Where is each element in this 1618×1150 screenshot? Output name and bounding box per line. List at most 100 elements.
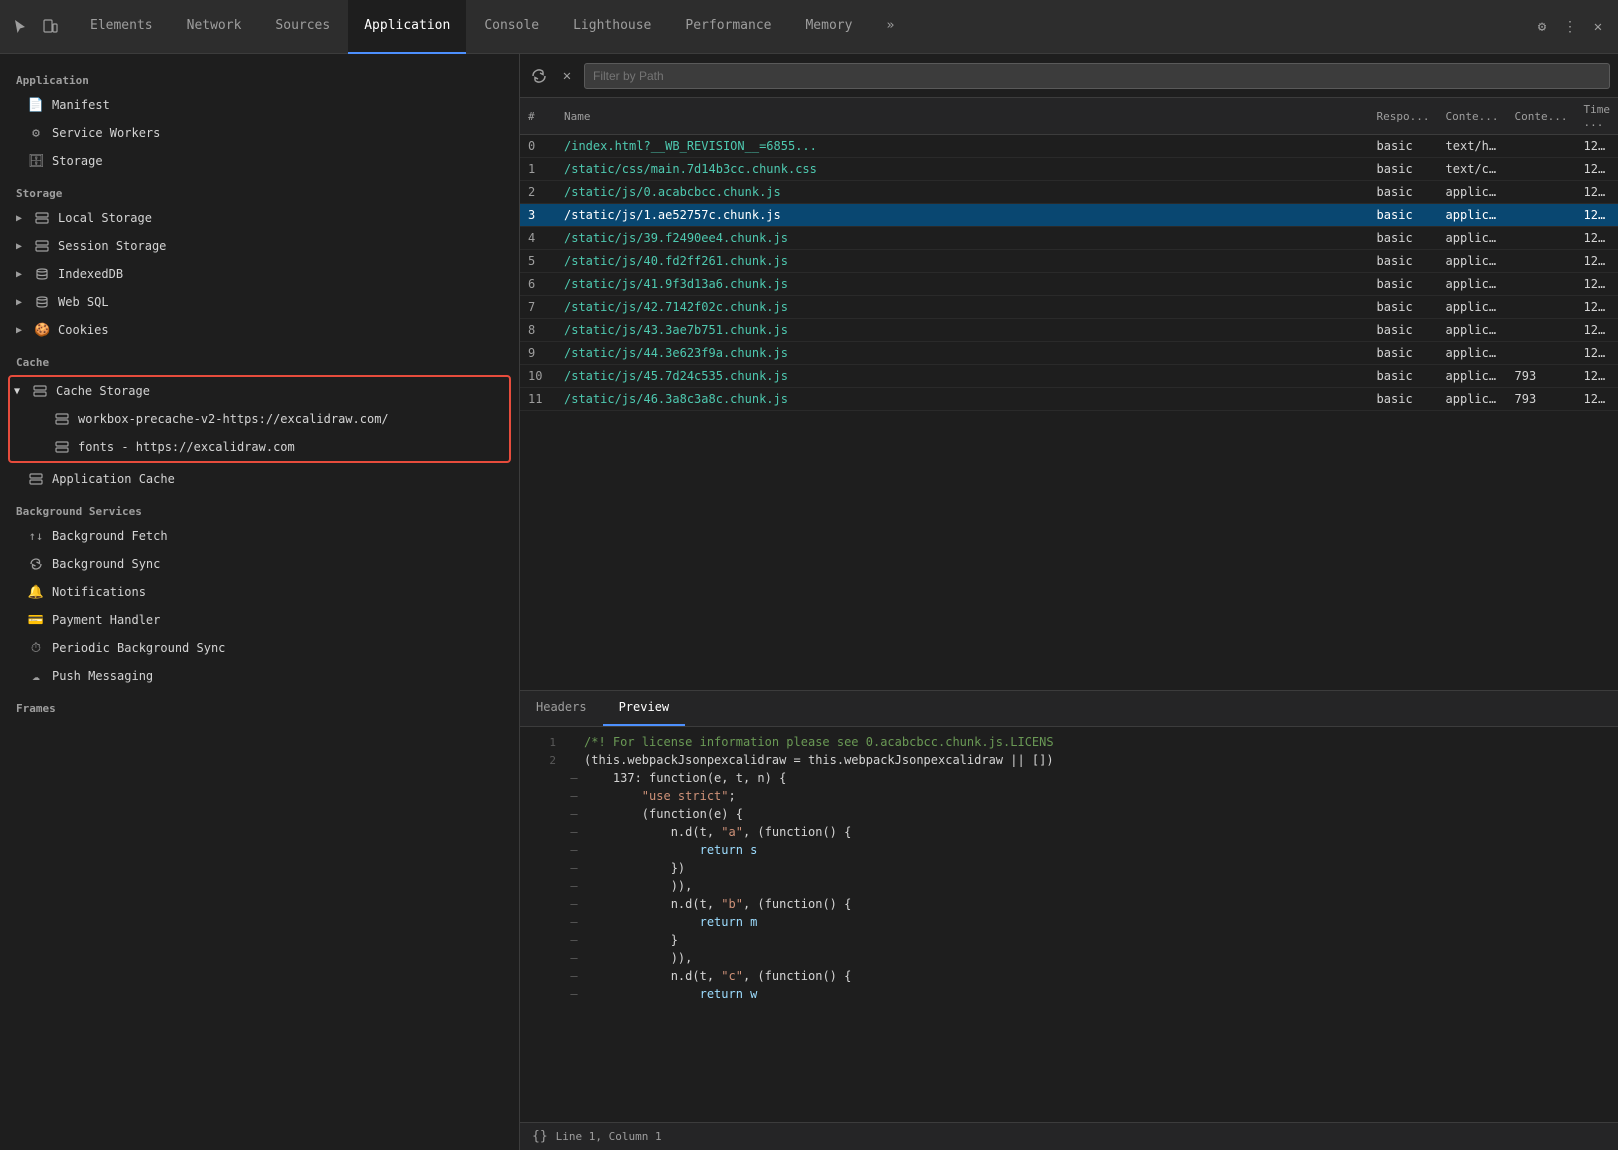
line-dash: – [568,915,580,929]
filter-input[interactable] [584,63,1610,89]
sidebar-item-indexeddb[interactable]: ▶ IndexedDB [0,260,519,288]
sidebar-item-cookies[interactable]: ▶ 🍪 Cookies [0,316,519,344]
cell-content2 [1507,181,1576,204]
table-row[interactable]: 1 /static/css/main.7d14b3cc.chunk.css ba… [520,158,1618,181]
code-line: – n.d(t, "b", (function() { [520,897,1618,915]
table-row[interactable]: 2 /static/js/0.acabcbcc.chunk.js basic a… [520,181,1618,204]
cell-num: 0 [520,135,556,158]
toolbar-icons [8,15,62,39]
code-text: /*! For license information please see 0… [584,735,1610,749]
push-label: Push Messaging [52,669,153,683]
refresh-icon[interactable] [528,65,550,87]
cell-response: basic [1369,158,1438,181]
table-row[interactable]: 0 /index.html?__WB_REVISION__=6855... ba… [520,135,1618,158]
status-text: Line 1, Column 1 [556,1130,662,1143]
line-dash: – [568,771,580,785]
settings-icon[interactable]: ⚙ [1530,15,1554,39]
session-storage-icon [34,238,50,254]
col-header-response: Respo... [1369,98,1438,135]
fonts-label: fonts - https://excalidraw.com [78,440,295,454]
sidebar-item-service-workers[interactable]: ⚙ Service Workers [0,119,519,147]
close-devtools-icon[interactable]: ✕ [1586,15,1610,39]
tab-lighthouse[interactable]: Lighthouse [557,0,667,54]
cell-content1: applic... [1438,250,1507,273]
code-text: )), [584,951,1610,965]
sidebar-item-cache-storage[interactable]: ▼ Cache Storage [10,377,509,405]
sidebar-item-app-cache[interactable]: Application Cache [0,465,519,493]
code-line: – "use strict"; [520,789,1618,807]
code-text: n.d(t, "a", (function() { [584,825,1610,839]
tab-application[interactable]: Application [348,0,466,54]
sidebar-item-local-storage[interactable]: ▶ Local Storage [0,204,519,232]
tab-headers[interactable]: Headers [520,690,603,726]
cell-content1: applic... [1438,273,1507,296]
sidebar-item-bg-sync[interactable]: Background Sync [0,550,519,578]
table-row[interactable]: 10 /static/js/45.7d24c535.chunk.js basic… [520,365,1618,388]
cell-content2 [1507,135,1576,158]
sidebar-item-bg-fetch[interactable]: ↑↓ Background Fetch [0,522,519,550]
frames-section-label: Frames [0,690,519,719]
table-row[interactable]: 5 /static/js/40.fd2ff261.chunk.js basic … [520,250,1618,273]
cell-content2 [1507,227,1576,250]
more-options-icon[interactable]: ⋮ [1558,15,1582,39]
table-row[interactable]: 11 /static/js/46.3a8c3a8c.chunk.js basic… [520,388,1618,411]
table-row[interactable]: 9 /static/js/44.3e623f9a.chunk.js basic … [520,342,1618,365]
web-sql-icon [34,294,50,310]
tab-memory[interactable]: Memory [789,0,868,54]
sidebar-item-manifest[interactable]: 📄 Manifest [0,91,519,119]
device-icon[interactable] [38,15,62,39]
tab-sources[interactable]: Sources [259,0,346,54]
periodic-sync-label: Periodic Background Sync [52,641,225,655]
tab-network[interactable]: Network [171,0,258,54]
application-section-label: Application [0,62,519,91]
cell-content2 [1507,296,1576,319]
main-layout: Application 📄 Manifest ⚙ Service Workers… [0,54,1618,1150]
cell-content2 [1507,158,1576,181]
table-row[interactable]: 6 /static/js/41.9f3d13a6.chunk.js basic … [520,273,1618,296]
table-row[interactable]: 7 /static/js/42.7142f02c.chunk.js basic … [520,296,1618,319]
cell-content1: applic... [1438,319,1507,342]
clear-icon[interactable]: ✕ [556,65,578,87]
table-row[interactable]: 4 /static/js/39.f2490ee4.chunk.js basic … [520,227,1618,250]
bg-fetch-label: Background Fetch [52,529,168,543]
code-line: – return s [520,843,1618,861]
code-text: (this.webpackJsonpexcalidraw = this.webp… [584,753,1610,767]
sidebar-item-periodic-sync[interactable]: ⏱ Periodic Background Sync [0,634,519,662]
cell-time: 12/15/. [1576,227,1618,250]
tab-elements[interactable]: Elements [74,0,169,54]
sidebar-item-notifications[interactable]: 🔔 Notifications [0,578,519,606]
tab-preview[interactable]: Preview [603,690,686,726]
tab-more[interactable]: » [870,0,910,54]
cell-time: 12/15/. [1576,135,1618,158]
cell-response: basic [1369,388,1438,411]
line-number [528,951,556,952]
sidebar-item-workbox[interactable]: workbox-precache-v2-https://excalidraw.c… [10,405,509,433]
sidebar-item-session-storage[interactable]: ▶ Session Storage [0,232,519,260]
code-text: return m [584,915,1610,929]
table-row[interactable]: 3 /static/js/1.ae52757c.chunk.js basic a… [520,204,1618,227]
top-bar-right: ⚙ ⋮ ✕ [1530,15,1610,39]
notifications-icon: 🔔 [28,584,44,600]
code-line: – }) [520,861,1618,879]
sidebar-item-payment-handler[interactable]: 💳 Payment Handler [0,606,519,634]
sidebar-item-push-messaging[interactable]: ☁ Push Messaging [0,662,519,690]
code-line: – )), [520,879,1618,897]
sidebar-item-fonts[interactable]: fonts - https://excalidraw.com [10,433,509,461]
payment-icon: 💳 [28,612,44,628]
cell-content2 [1507,273,1576,296]
sidebar-item-web-sql[interactable]: ▶ Web SQL [0,288,519,316]
tab-performance[interactable]: Performance [669,0,787,54]
table-row[interactable]: 8 /static/js/43.3ae7b751.chunk.js basic … [520,319,1618,342]
tab-console[interactable]: Console [468,0,555,54]
line-number [528,933,556,934]
line-number: 2 [528,753,556,767]
sidebar-item-storage[interactable]: 🗄 Storage [0,147,519,175]
cell-num: 11 [520,388,556,411]
bg-services-section-label: Background Services [0,493,519,522]
expand-icon: ▶ [16,213,22,224]
cursor-icon[interactable] [8,15,32,39]
cell-content2 [1507,250,1576,273]
line-dash: – [568,897,580,911]
cache-table: # Name Respo... Conte... Conte... Time .… [520,98,1618,411]
manifest-icon: 📄 [28,97,44,113]
